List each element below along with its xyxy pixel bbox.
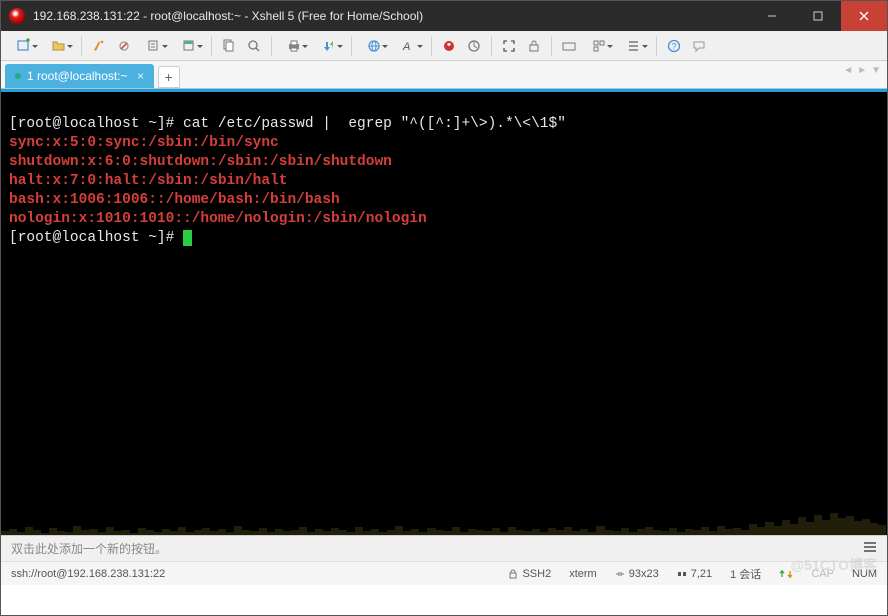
tabbar: 1 root@localhost:~ × + ◄ ► ▼ [1,61,887,89]
toolbar-separator [491,36,492,56]
connect-icon[interactable] [87,34,111,58]
status-net [779,569,793,579]
app-icon [9,8,25,24]
fullscreen-icon[interactable] [497,34,521,58]
tab-nav: ◄ ► ▼ [843,65,881,76]
tab-list-icon[interactable]: ▼ [871,65,881,76]
open-button[interactable] [42,34,76,58]
keyboard-icon[interactable] [557,34,581,58]
svg-text:A: A [402,41,410,53]
view-button[interactable] [617,34,651,58]
toolbar: A ? [1,31,887,61]
toolbar-separator [271,36,272,56]
toolbar-separator [81,36,82,56]
disconnect-icon[interactable] [112,34,136,58]
xftp-icon[interactable] [462,34,486,58]
network-icon [779,569,793,579]
tab-close-icon[interactable]: × [134,69,148,83]
minimize-button[interactable] [749,1,795,31]
quick-command-bar[interactable]: 双击此处添加一个新的按钮。 [1,535,887,561]
reconnect-button[interactable] [137,34,171,58]
terminal-output: nologin:x:1010:1010::/home/nologin:/sbin… [9,211,427,227]
hamburger-icon[interactable] [863,541,877,556]
toolbar-separator [211,36,212,56]
hint-text: 双击此处添加一个新的按钮。 [11,540,167,557]
status-num: NUM [852,568,877,580]
terminal-prompt: [root@localhost ~]# [9,230,183,246]
tab-label: 1 root@localhost:~ [27,69,128,83]
status-session: 1 会话 [730,566,761,582]
lock-icon [508,569,518,579]
session-tab[interactable]: 1 root@localhost:~ × [5,64,154,88]
properties-button[interactable] [172,34,206,58]
toolbar-separator [656,36,657,56]
tab-next-icon[interactable]: ► [857,65,867,76]
lock-icon[interactable] [522,34,546,58]
terminal-output: halt:x:7:0:halt:/sbin:/sbin/halt [9,173,287,189]
globe-button[interactable] [357,34,391,58]
svg-text:?: ? [672,41,677,51]
chat-icon[interactable] [687,34,711,58]
size-icon [615,569,625,579]
status-pos: 7,21 [677,568,712,580]
copy-icon[interactable] [217,34,241,58]
help-icon[interactable]: ? [662,34,686,58]
toolbar-separator [431,36,432,56]
cursor-pos-icon [677,569,687,579]
tile-button[interactable] [582,34,616,58]
status-cap: CAP [811,568,834,580]
terminal-output: shutdown:x:6:0:shutdown:/sbin:/sbin/shut… [9,154,392,170]
status-connection: ssh://root@192.168.238.131:22 [11,568,490,580]
terminal[interactable]: [root@localhost ~]# cat /etc/passwd | eg… [1,92,887,535]
toolbar-separator [351,36,352,56]
terminal-output: sync:x:5:0:sync:/sbin:/bin/sync [9,135,279,151]
cursor [183,230,192,246]
tab-prev-icon[interactable]: ◄ [843,65,853,76]
font-button[interactable]: A [392,34,426,58]
xagent-icon[interactable] [437,34,461,58]
print-button[interactable] [277,34,311,58]
status-size: 93x23 [615,568,659,580]
statusbar: ssh://root@192.168.238.131:22 SSH2 xterm… [1,561,887,585]
window-controls [749,1,887,31]
transfer-button[interactable] [312,34,346,58]
terminal-output: bash:x:1006:1006::/home/bash:/bin/bash [9,192,340,208]
titlebar: 192.168.238.131:22 - root@localhost:~ - … [1,1,887,31]
audio-visualizer [1,490,887,535]
status-dot-icon [15,73,21,79]
toolbar-separator [551,36,552,56]
new-session-button[interactable] [7,34,41,58]
add-tab-button[interactable]: + [158,66,180,88]
find-icon[interactable] [242,34,266,58]
window-title: 192.168.238.131:22 - root@localhost:~ - … [33,9,749,23]
maximize-button[interactable] [795,1,841,31]
terminal-line: [root@localhost ~]# cat /etc/passwd | eg… [9,116,566,132]
close-button[interactable] [841,1,887,31]
status-term: xterm [569,568,597,580]
status-ssh: SSH2 [508,568,551,580]
